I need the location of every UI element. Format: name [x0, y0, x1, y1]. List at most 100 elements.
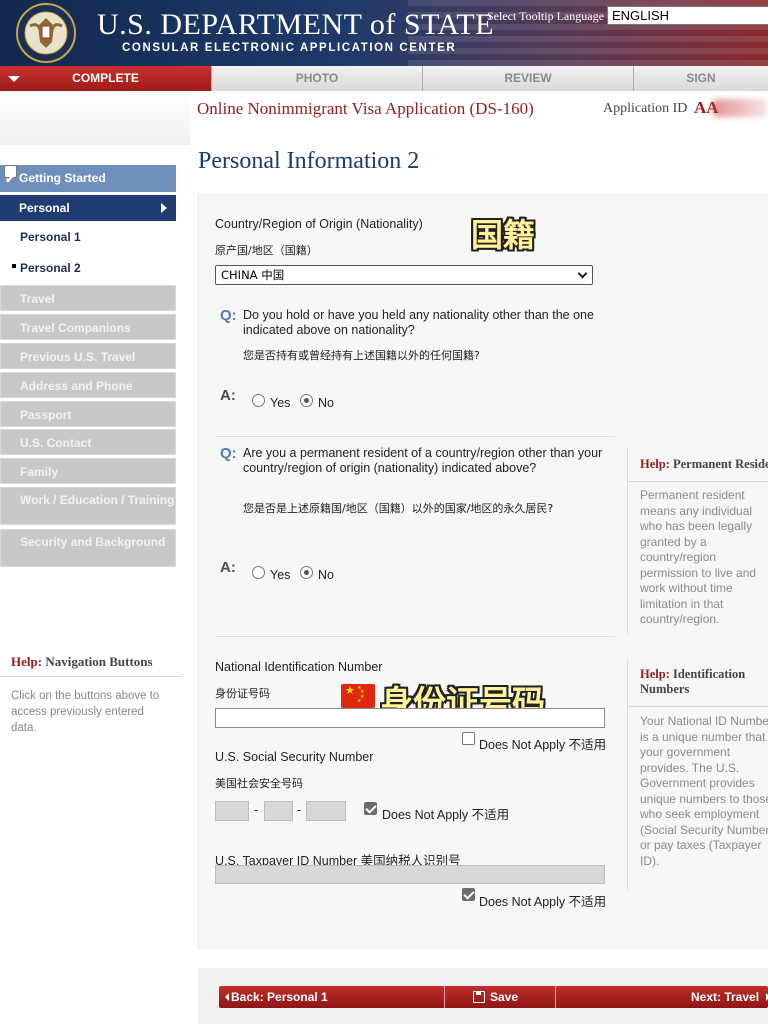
- question-q2: Are you a permanent resident of a countr…: [243, 446, 603, 475]
- help-title: Permanent Resident: [672, 457, 768, 471]
- q1-no-label: No: [318, 396, 334, 410]
- ssn-does-not-apply-label: Does Not Apply 不适用: [382, 808, 510, 822]
- help-title: Navigation Buttons: [45, 654, 153, 669]
- chevron-down-icon: [8, 76, 20, 82]
- q1-yes-label: Yes: [270, 396, 291, 410]
- sidebar-item-personal1[interactable]: Personal 1: [0, 223, 176, 251]
- back-button[interactable]: Back: Personal 1: [219, 986, 445, 1008]
- state-department-seal-icon: [16, 3, 76, 63]
- tooltip-language-label: Select Tooltip Language: [487, 9, 604, 23]
- back-button-label: Back: Personal 1: [231, 990, 328, 1004]
- answer-mark-q2: A:: [220, 559, 236, 576]
- nationality-select-value: CHINA 中国: [221, 268, 285, 282]
- nationality-label: Country/Region of Origin (Nationality): [215, 217, 423, 231]
- nationality-select[interactable]: CHINA 中国: [215, 265, 593, 285]
- section-divider: [215, 636, 615, 637]
- question-q2-zh: 您是否是上述原籍国/地区（国籍）以外的国家/地区的永久居民?: [243, 502, 554, 515]
- sidebar-item-travel-companions: Travel Companions: [0, 314, 176, 340]
- tooltip-language-select[interactable]: ENGLISH: [607, 6, 768, 25]
- sidebar-item-personal[interactable]: Personal: [0, 195, 176, 221]
- q2-yes-label: Yes: [270, 568, 291, 582]
- sidebar-item-security-background: Security and Background: [0, 529, 176, 567]
- help-divider: [628, 481, 768, 482]
- next-button[interactable]: Next: Travel: [557, 986, 768, 1008]
- sidebar-item-label: Personal 2: [20, 261, 81, 275]
- ssn-part1-input[interactable]: [215, 801, 249, 821]
- tab-complete-label: COMPLETE: [72, 71, 139, 85]
- save-disk-icon: [473, 991, 485, 1003]
- section-divider: [215, 436, 615, 437]
- checkmark-icon: ✔: [4, 165, 17, 186]
- chevron-down-icon: [577, 268, 588, 279]
- question-mark-q2: Q:: [220, 445, 237, 462]
- next-button-label: Next: Travel: [691, 990, 760, 1004]
- sidebar-item-us-contact: U.S. Contact: [0, 429, 176, 455]
- help-permanent-resident-panel: Help: Permanent Resident Permanent resid…: [627, 448, 768, 634]
- help-label: Help:: [640, 667, 670, 681]
- help-permanent-resident-body: Permanent resident means any individual …: [640, 488, 757, 626]
- help-divider: [0, 676, 182, 677]
- help-permanent-resident-title: Help: Permanent Resident: [640, 457, 768, 472]
- ssn-part3-input[interactable]: [306, 801, 346, 821]
- question-mark-q1: Q:: [220, 307, 237, 324]
- sidebar-top-fade: [0, 91, 190, 145]
- application-id-redaction: [712, 99, 768, 117]
- tin-input[interactable]: [215, 865, 605, 884]
- sidebar-item-getting-started[interactable]: ✔ Getting Started: [0, 165, 176, 192]
- help-identification-panel: Help: Identification Numbers Your Nation…: [627, 660, 768, 890]
- help-label: Help:: [640, 457, 670, 471]
- ssn-separator: -: [297, 803, 302, 817]
- sidebar-item-personal2[interactable]: Personal 2: [0, 254, 176, 282]
- question-q1: Do you hold or have you held any nationa…: [243, 308, 594, 337]
- national-id-does-not-apply-checkbox[interactable]: [462, 732, 475, 745]
- sidebar-item-label: Getting Started: [19, 171, 106, 185]
- navigation-button-bar: Back: Personal 1 Save Next: Travel: [219, 986, 768, 1008]
- page-title: Personal Information 2: [198, 148, 420, 174]
- china-flag-icon: ★ ★ ★ ★ ★: [341, 684, 375, 708]
- q2-yes-radio[interactable]: [252, 566, 265, 579]
- sidebar-item-travel: Travel: [0, 285, 176, 311]
- chevron-left-icon: [225, 993, 229, 1001]
- progress-tabs: COMPLETE PHOTO REVIEW SIGN: [0, 66, 768, 91]
- tab-complete[interactable]: COMPLETE: [0, 66, 212, 91]
- tin-does-not-apply-checkbox[interactable]: [462, 888, 475, 901]
- save-button-label: Save: [490, 990, 519, 1004]
- sidebar-item-work-education: Work / Education / Training: [0, 487, 176, 525]
- sidebar-item-previous-us-travel: Previous U.S. Travel: [0, 343, 176, 369]
- q1-no-radio[interactable]: [300, 394, 313, 407]
- application-title: Online Nonimmigrant Visa Application (DS…: [197, 99, 534, 118]
- national-id-input[interactable]: [215, 708, 605, 728]
- sidebar-item-family: Family: [0, 458, 176, 484]
- save-button[interactable]: Save: [446, 986, 556, 1008]
- ssn-does-not-apply-checkbox[interactable]: [364, 802, 377, 815]
- help-navigation-body: Click on the buttons above to access pre…: [11, 690, 160, 734]
- ssn-label: U.S. Social Security Number: [215, 750, 374, 764]
- question-q1-zh: 您是否持有或曾经持有上述国籍以外的任何国籍?: [243, 349, 480, 362]
- chevron-right-icon: [161, 203, 167, 213]
- help-identification-title: Help: Identification Numbers: [640, 667, 745, 697]
- q1-yes-radio[interactable]: [252, 394, 265, 407]
- sidebar-item-label: Personal: [19, 201, 70, 215]
- tab-sign[interactable]: SIGN: [634, 66, 768, 91]
- application-id-label: Application ID: [603, 101, 688, 116]
- department-title: U.S. DEPARTMENT of STATE: [97, 8, 495, 41]
- answer-mark-q1: A:: [220, 387, 236, 404]
- national-id-label-zh: 身份证号码: [215, 687, 270, 700]
- department-subtitle: CONSULAR ELECTRONIC APPLICATION CENTER: [122, 42, 457, 54]
- q2-no-label: No: [318, 568, 334, 582]
- national-id-label: National Identification Number: [215, 660, 383, 674]
- help-label: Help:: [11, 654, 43, 669]
- ssn-label-zh: 美国社会安全号码: [215, 777, 303, 790]
- help-identification-body: Your National ID Number is a unique numb…: [640, 714, 768, 868]
- nationality-label-zh: 原产国/地区（国籍）: [215, 244, 318, 257]
- help-navigation-title: Help: Navigation Buttons: [11, 654, 153, 670]
- tab-review[interactable]: REVIEW: [423, 66, 634, 91]
- q2-no-radio[interactable]: [300, 566, 313, 579]
- ssn-part2-input[interactable]: [264, 801, 293, 821]
- sidebar-item-passport: Passport: [0, 401, 176, 427]
- site-header: U.S. DEPARTMENT of STATE CONSULAR ELECTR…: [0, 0, 768, 66]
- application-title-bar: Online Nonimmigrant Visa Application (DS…: [190, 94, 768, 122]
- current-page-bullet-icon: [12, 264, 16, 268]
- tab-photo[interactable]: PHOTO: [212, 66, 423, 91]
- sidebar-item-address-and-phone: Address and Phone: [0, 372, 176, 398]
